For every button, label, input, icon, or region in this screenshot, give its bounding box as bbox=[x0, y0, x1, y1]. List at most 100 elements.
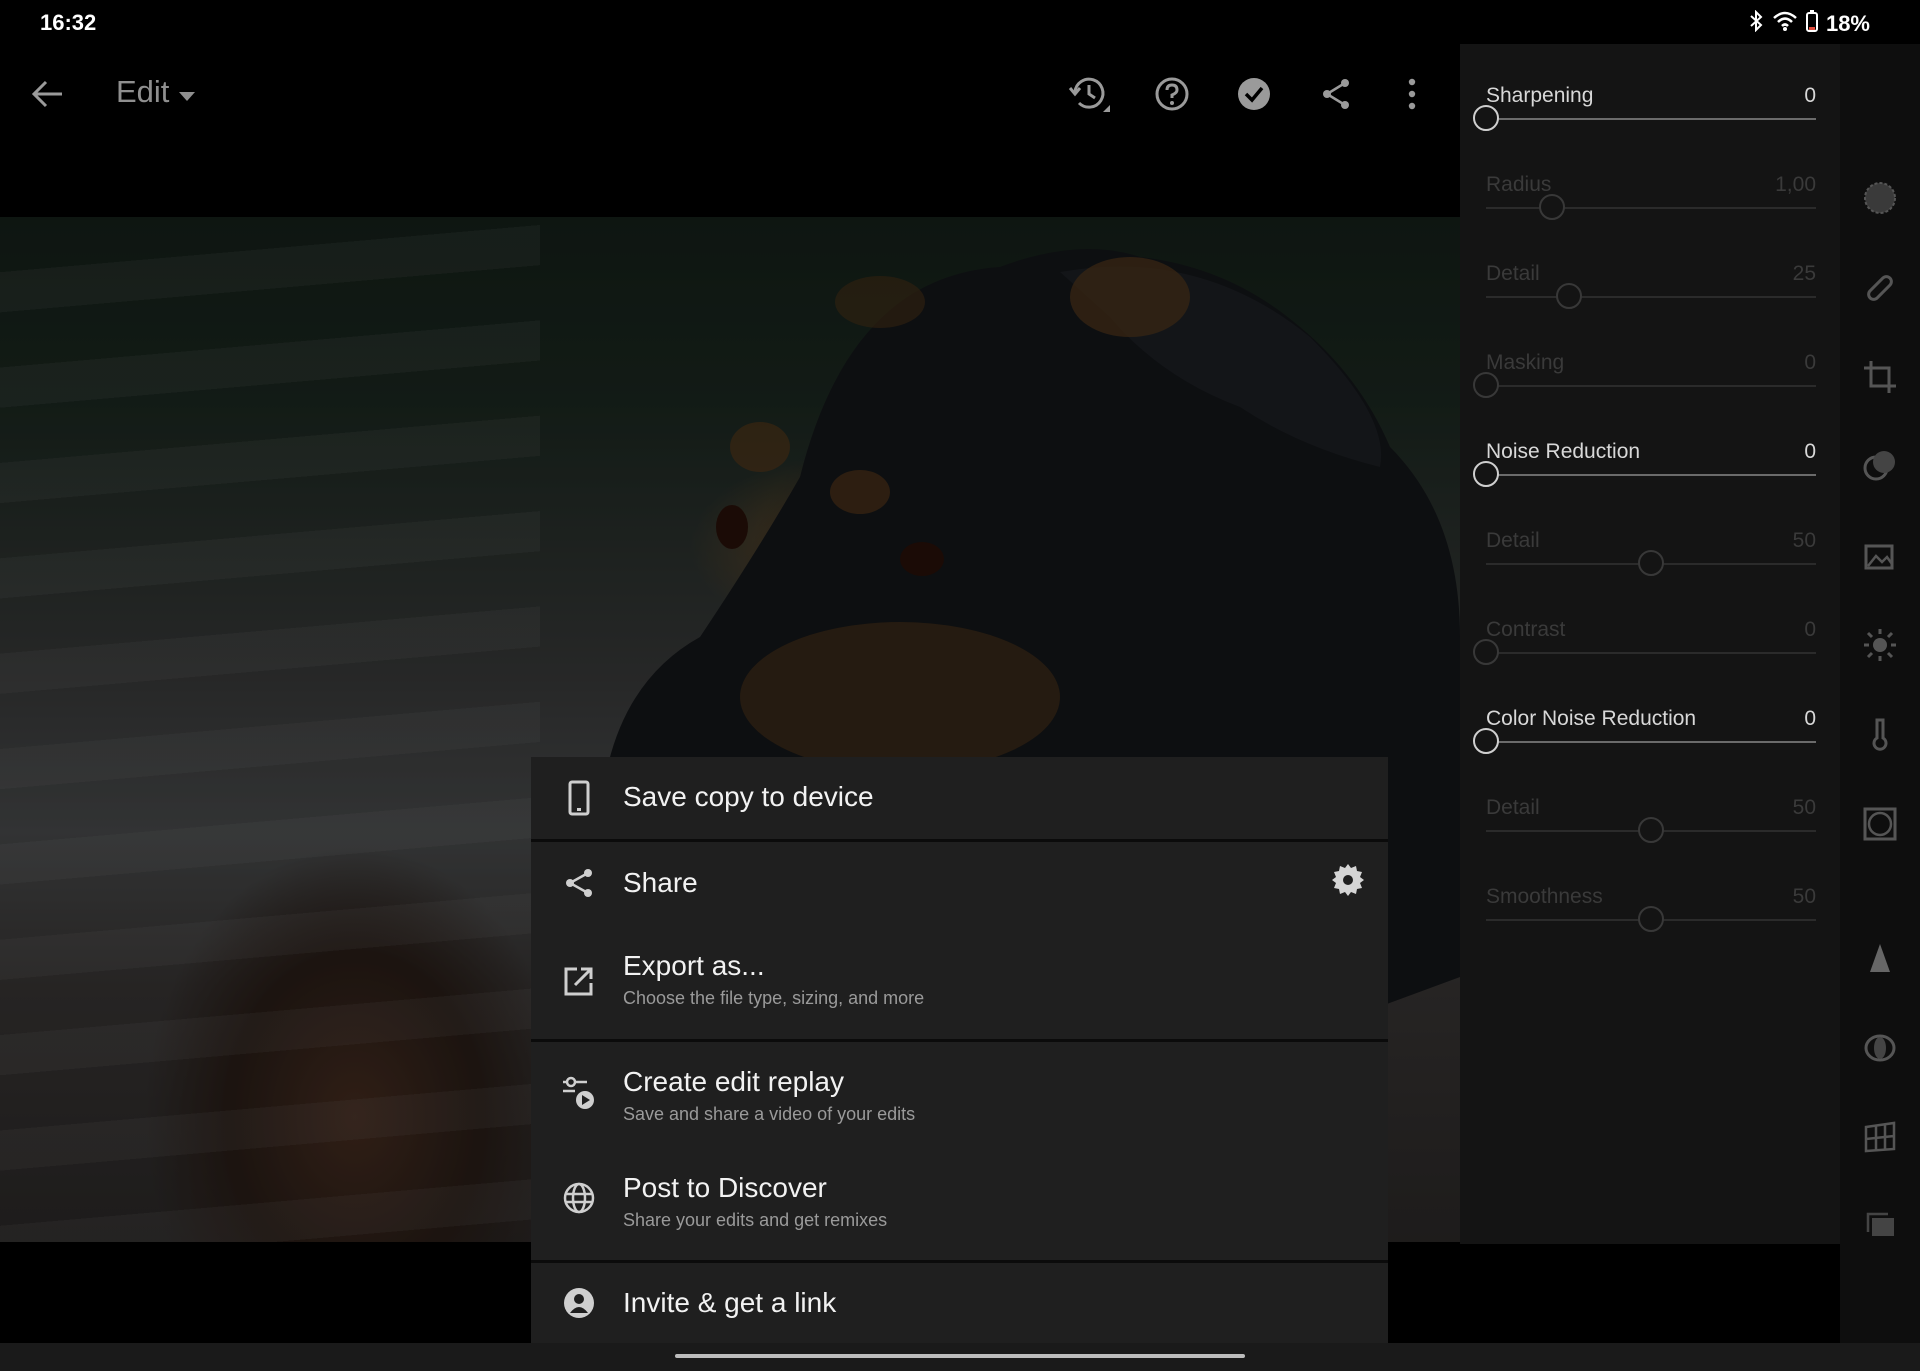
tool-healing[interactable] bbox=[1860, 270, 1900, 310]
slider-label: Smoothness bbox=[1486, 885, 1603, 908]
menu-item-export[interactable]: Export as... Choose the file type, sizin… bbox=[531, 925, 1388, 1042]
slider-sharpening-detail[interactable]: Detail 25 bbox=[1486, 262, 1816, 309]
slider-thumb[interactable] bbox=[1473, 728, 1499, 754]
slider-radius[interactable]: Radius 1,00 bbox=[1486, 173, 1816, 220]
globe-icon bbox=[559, 1178, 599, 1218]
slider-label: Color Noise Reduction bbox=[1486, 707, 1697, 730]
slider-masking[interactable]: Masking 0 bbox=[1473, 351, 1816, 398]
menu-item-label: Post to Discover bbox=[623, 1172, 827, 1203]
menu-item-share[interactable]: Share bbox=[531, 842, 1388, 925]
menu-item-invite-link[interactable]: Invite & get a link bbox=[531, 1263, 1388, 1343]
bluetooth-icon bbox=[1748, 9, 1764, 38]
slider-contrast[interactable]: Contrast 0 bbox=[1473, 618, 1816, 665]
slider-value: 0 bbox=[1804, 618, 1816, 641]
thermometer-icon bbox=[1862, 716, 1898, 757]
slider-label: Sharpening bbox=[1486, 84, 1594, 107]
person-icon bbox=[559, 1283, 599, 1323]
menu-item-subtitle: Save and share a video of your edits bbox=[623, 1104, 916, 1124]
slider-track[interactable] bbox=[1486, 207, 1816, 209]
slider-thumb[interactable] bbox=[1473, 105, 1499, 131]
menu-item-subtitle: Choose the file type, sizing, and more bbox=[623, 988, 925, 1008]
help-button[interactable] bbox=[1150, 74, 1194, 118]
done-button[interactable] bbox=[1232, 74, 1276, 118]
status-bar bbox=[0, 0, 1920, 44]
slider-value: 1,00 bbox=[1775, 173, 1816, 196]
slider-label: Detail bbox=[1486, 796, 1540, 819]
slider-track[interactable] bbox=[1486, 296, 1816, 298]
slider-thumb[interactable] bbox=[1539, 194, 1565, 220]
slider-track[interactable] bbox=[1486, 741, 1816, 743]
slider-smoothness[interactable]: Smoothness 50 bbox=[1486, 885, 1816, 932]
check-circle-icon bbox=[1236, 76, 1272, 117]
caret-down-icon bbox=[179, 74, 196, 110]
slider-track[interactable] bbox=[1486, 474, 1816, 476]
tool-masking[interactable] bbox=[1860, 448, 1900, 488]
slider-thumb[interactable] bbox=[1638, 550, 1664, 576]
home-indicator[interactable] bbox=[675, 1354, 1245, 1358]
tool-geometry[interactable] bbox=[1860, 1119, 1900, 1159]
history-button[interactable] bbox=[1067, 74, 1111, 118]
slider-value: 50 bbox=[1792, 796, 1816, 819]
tool-crop[interactable] bbox=[1860, 359, 1900, 399]
more-vertical-icon bbox=[1407, 78, 1417, 115]
tool-presets[interactable] bbox=[1860, 180, 1900, 220]
slider-noise-reduction[interactable]: Noise Reduction 0 bbox=[1473, 440, 1816, 487]
slider-thumb[interactable] bbox=[1555, 283, 1582, 309]
menu-item-label: Share bbox=[623, 867, 698, 898]
slider-value: 0 bbox=[1804, 84, 1816, 107]
slider-noise-detail[interactable]: Detail 50 bbox=[1486, 529, 1816, 576]
slider-thumb[interactable] bbox=[1638, 906, 1664, 932]
tool-versions[interactable] bbox=[1860, 1208, 1900, 1248]
more-button[interactable] bbox=[1390, 74, 1434, 118]
slider-sharpening[interactable]: Sharpening 0 bbox=[1473, 84, 1816, 131]
phone-icon bbox=[559, 778, 599, 818]
slider-value: 50 bbox=[1792, 885, 1816, 908]
share-menu: Save copy to device Share Export as... C… bbox=[531, 757, 1388, 1343]
menu-item-save-copy[interactable]: Save copy to device bbox=[531, 757, 1388, 839]
status-indicators: 18% bbox=[1748, 9, 1870, 38]
tool-detail[interactable] bbox=[1860, 940, 1900, 980]
slider-track[interactable] bbox=[1486, 118, 1816, 120]
slider-color-detail[interactable]: Detail 50 bbox=[1486, 796, 1816, 843]
menu-item-label: Save copy to device bbox=[623, 781, 874, 812]
slider-thumb[interactable] bbox=[1473, 372, 1499, 398]
tool-profiles[interactable] bbox=[1860, 538, 1900, 578]
mode-title: Edit bbox=[116, 74, 170, 109]
slider-thumb[interactable] bbox=[1638, 817, 1664, 843]
slider-value: 0 bbox=[1804, 707, 1816, 730]
menu-item-edit-replay[interactable]: Create edit replay Save and share a vide… bbox=[531, 1042, 1388, 1148]
menu-item-subtitle: Share your edits and get remixes bbox=[623, 1210, 888, 1230]
slider-track[interactable] bbox=[1486, 652, 1816, 654]
menu-item-label: Export as... bbox=[623, 950, 765, 981]
slider-label: Radius bbox=[1486, 173, 1552, 196]
tool-optics[interactable] bbox=[1860, 1030, 1900, 1070]
vignette-icon bbox=[1862, 806, 1898, 847]
bandage-icon bbox=[1862, 270, 1898, 311]
tool-color[interactable] bbox=[1860, 716, 1900, 756]
menu-item-post-discover[interactable]: Post to Discover Share your edits and ge… bbox=[531, 1148, 1388, 1255]
mode-selector[interactable]: Edit bbox=[116, 74, 196, 110]
tool-effects[interactable] bbox=[1860, 806, 1900, 846]
slider-thumb[interactable] bbox=[1473, 639, 1499, 665]
share-icon bbox=[559, 863, 599, 903]
crop-icon bbox=[1862, 359, 1898, 400]
slider-value: 25 bbox=[1792, 262, 1816, 285]
arrow-left-icon bbox=[30, 79, 64, 114]
gear-icon bbox=[1331, 863, 1365, 902]
tool-light[interactable] bbox=[1860, 627, 1900, 667]
lens-icon bbox=[1862, 1030, 1898, 1071]
presets-icon bbox=[1862, 180, 1898, 221]
back-button[interactable] bbox=[25, 74, 69, 118]
tool-rail bbox=[1840, 44, 1920, 1344]
share-button[interactable] bbox=[1314, 74, 1358, 118]
slider-label: Detail bbox=[1486, 529, 1540, 552]
battery-icon bbox=[1805, 10, 1818, 38]
slider-value: 0 bbox=[1804, 440, 1816, 463]
share-settings-button[interactable] bbox=[1328, 862, 1368, 902]
masking-icon bbox=[1862, 448, 1898, 489]
slider-thumb[interactable] bbox=[1473, 461, 1499, 487]
slider-label: Masking bbox=[1486, 351, 1565, 374]
wifi-icon bbox=[1772, 10, 1798, 38]
slider-color-noise-reduction[interactable]: Color Noise Reduction 0 bbox=[1473, 707, 1816, 754]
slider-track[interactable] bbox=[1486, 385, 1816, 387]
